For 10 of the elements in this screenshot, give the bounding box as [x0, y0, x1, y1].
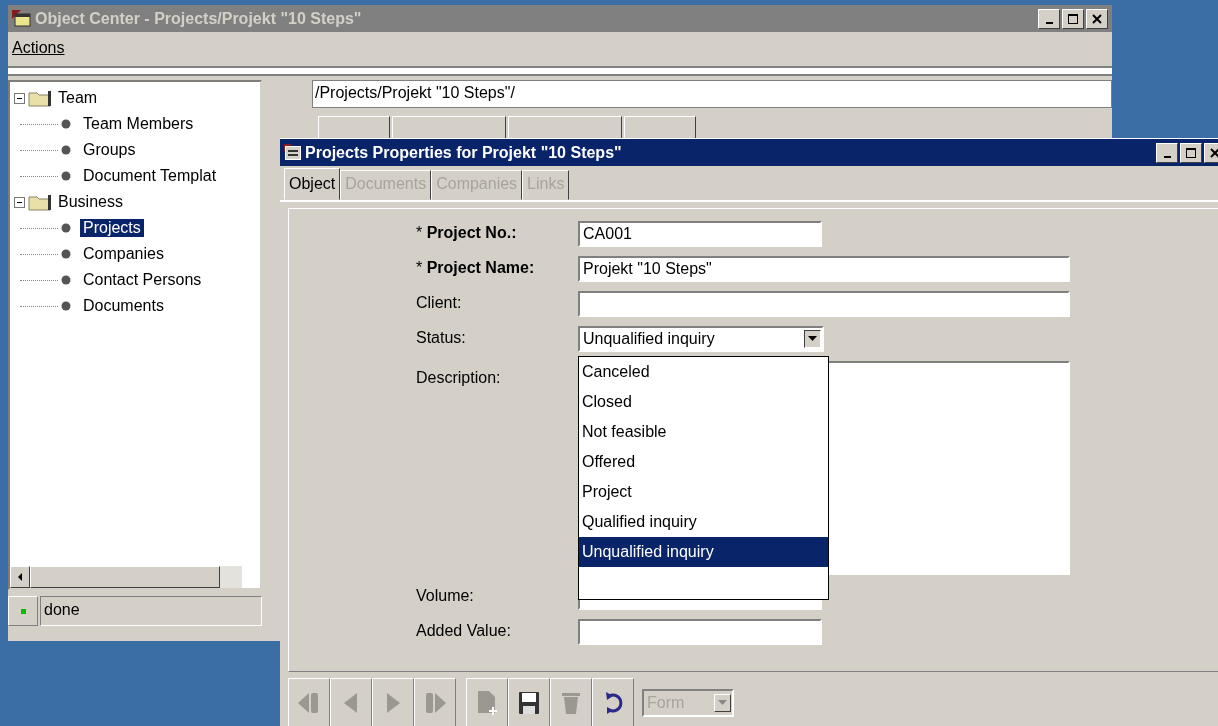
window-title: Projects Properties for Projekt "10 Steps" — [305, 143, 622, 162]
status-text: done — [40, 596, 262, 626]
field-label: Volume: — [416, 586, 475, 605]
field-label: Status: — [416, 328, 467, 347]
field-label: Client: — [416, 293, 463, 312]
field-label: *Project Name: — [416, 258, 536, 277]
field-label: Added Value: — [416, 621, 512, 640]
window-title: Object Center - Projects/Projekt "10 Steps" — [35, 9, 362, 28]
field-label: *Project No.: — [416, 223, 518, 242]
field-label: Description: — [416, 368, 502, 387]
